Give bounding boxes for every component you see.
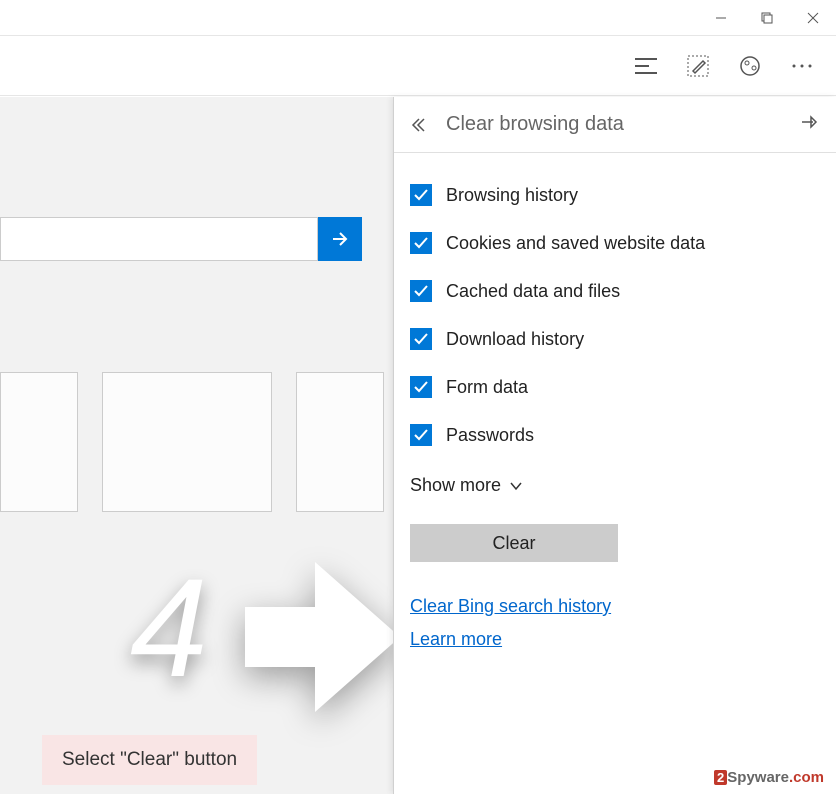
- check-row[interactable]: Cookies and saved website data: [410, 219, 820, 267]
- minimize-button[interactable]: [698, 0, 744, 36]
- instruction-arrow-icon: [225, 542, 405, 732]
- panel-body: Browsing history Cookies and saved websi…: [394, 153, 836, 674]
- checkbox-checked-icon[interactable]: [410, 232, 432, 254]
- search-input[interactable]: [0, 217, 318, 261]
- clear-button[interactable]: Clear: [410, 524, 618, 562]
- window-titlebar: [0, 0, 836, 36]
- step-number: 4: [130, 547, 208, 709]
- share-icon[interactable]: [736, 52, 764, 80]
- check-label: Download history: [446, 329, 584, 350]
- check-label: Cookies and saved website data: [446, 233, 705, 254]
- instruction-text: Select "Clear" button: [42, 735, 257, 785]
- chevron-down-icon: [509, 481, 523, 491]
- show-more-label: Show more: [410, 475, 501, 496]
- show-more-toggle[interactable]: Show more: [410, 459, 820, 524]
- check-row[interactable]: Passwords: [410, 411, 820, 459]
- check-label: Form data: [446, 377, 528, 398]
- check-label: Passwords: [446, 425, 534, 446]
- panel-title: Clear browsing data: [446, 113, 782, 136]
- watermark: 2Spyware.com: [714, 769, 824, 786]
- check-row[interactable]: Browsing history: [410, 171, 820, 219]
- hub-icon[interactable]: [632, 52, 660, 80]
- browser-toolbar: [0, 36, 836, 96]
- check-row[interactable]: Form data: [410, 363, 820, 411]
- webnote-icon[interactable]: [684, 52, 712, 80]
- search-go-button[interactable]: [318, 217, 362, 261]
- check-label: Browsing history: [446, 185, 578, 206]
- checkbox-checked-icon[interactable]: [410, 280, 432, 302]
- checkbox-checked-icon[interactable]: [410, 328, 432, 350]
- checkbox-checked-icon[interactable]: [410, 184, 432, 206]
- clear-data-panel: Clear browsing data Browsing history Coo…: [393, 97, 836, 794]
- panel-header: Clear browsing data: [394, 97, 836, 153]
- check-label: Cached data and files: [446, 281, 620, 302]
- tile-row: [0, 372, 384, 512]
- checkbox-checked-icon[interactable]: [410, 376, 432, 398]
- pin-icon[interactable]: [800, 114, 820, 135]
- tile[interactable]: [102, 372, 272, 512]
- tile[interactable]: [0, 372, 78, 512]
- search-bar: [0, 217, 362, 261]
- close-button[interactable]: [790, 0, 836, 36]
- maximize-button[interactable]: [744, 0, 790, 36]
- clear-bing-link[interactable]: Clear Bing search history: [410, 590, 820, 623]
- learn-more-link[interactable]: Learn more: [410, 623, 820, 656]
- check-row[interactable]: Download history: [410, 315, 820, 363]
- check-row[interactable]: Cached data and files: [410, 267, 820, 315]
- back-icon[interactable]: [410, 116, 428, 134]
- more-icon[interactable]: [788, 52, 816, 80]
- checkbox-checked-icon[interactable]: [410, 424, 432, 446]
- tile[interactable]: [296, 372, 384, 512]
